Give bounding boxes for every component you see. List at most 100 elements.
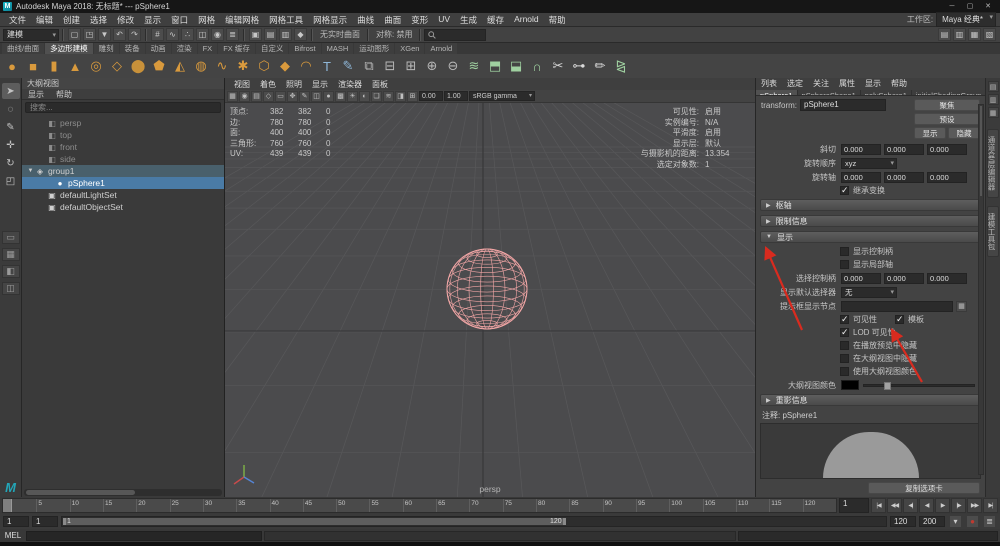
boolean-union-icon[interactable]: ⧉	[359, 56, 379, 76]
attribute-editor-menu-item[interactable]: 列表	[756, 78, 782, 90]
menu-item[interactable]: 窗口	[166, 14, 193, 26]
construction-history-icon[interactable]: ≣	[226, 28, 239, 41]
pivots-section-header[interactable]: 枢轴	[760, 199, 981, 211]
outliner-item[interactable]: ▣ defaultObjectSet	[22, 201, 224, 213]
motion-blur-icon[interactable]: ≋	[383, 91, 394, 102]
open-scene-icon[interactable]: ◳	[83, 28, 96, 41]
frame-tick[interactable]: 15	[103, 499, 136, 512]
combine-icon[interactable]: ⊕	[422, 56, 442, 76]
menu-item[interactable]: 网格	[193, 14, 220, 26]
rotate-axis-z-field[interactable]: 0.000	[927, 172, 967, 183]
outliner-menu-item[interactable]: 显示	[22, 89, 50, 99]
character-set-menu-icon[interactable]: ▾	[949, 515, 962, 528]
outliner-item[interactable]: ◧ persp	[22, 117, 224, 129]
quad-draw-icon[interactable]: ✏	[590, 56, 610, 76]
poly-soccer-ball-icon[interactable]: ⬡	[254, 56, 274, 76]
live-surface-indicator[interactable]: 无实时曲面	[316, 29, 364, 40]
frame-tick[interactable]: 95	[636, 499, 669, 512]
command-language-label[interactable]: MEL	[2, 531, 24, 540]
node-tab[interactable]: initialShadingGroup	[912, 90, 985, 95]
channel-box-tab-icon[interactable]: ▤	[988, 81, 999, 92]
copy-tab-button[interactable]: 复制选项卡	[868, 482, 980, 494]
poly-cylinder-icon[interactable]: ▮	[44, 56, 64, 76]
current-frame-marker[interactable]	[3, 499, 12, 512]
frame-tick[interactable]: 5	[36, 499, 69, 512]
type-tool-icon[interactable]: T	[317, 56, 337, 76]
frame-tick[interactable]: 75	[503, 499, 536, 512]
attribute-editor-tab-icon[interactable]: ▥	[988, 94, 999, 105]
svg-tool-icon[interactable]: ✎	[338, 56, 358, 76]
ambient-occlusion-icon[interactable]: ❏	[371, 91, 382, 102]
minimize-button[interactable]: ─	[943, 1, 961, 12]
attribute-editor-menu-item[interactable]: 属性	[834, 78, 860, 90]
frame-tick[interactable]: 50	[336, 499, 369, 512]
limit-information-section-header[interactable]: 限制信息	[760, 215, 981, 227]
frame-tick[interactable]: 25	[170, 499, 203, 512]
show-button[interactable]: 显示	[914, 127, 946, 139]
menu-set-selector[interactable]: 建模	[3, 29, 59, 41]
outliner-item[interactable]: ▣ defaultLightSet	[22, 189, 224, 201]
selection-handle-z-field[interactable]: 0.000	[927, 273, 967, 284]
shaded-mode-icon[interactable]: ●	[323, 91, 334, 102]
poly-pyramid-icon[interactable]: ◭	[170, 56, 190, 76]
make-live-icon[interactable]: ◉	[211, 28, 224, 41]
frame-tick[interactable]: 85	[569, 499, 602, 512]
go-to-range-end-button[interactable]: ▶|	[983, 498, 998, 513]
poly-plane-icon[interactable]: ◇	[107, 56, 127, 76]
menu-item[interactable]: 选择	[85, 14, 112, 26]
wireframe-mode-icon[interactable]: ◫	[311, 91, 322, 102]
frame-tick[interactable]: 105	[703, 499, 736, 512]
frame-tick[interactable]: 120	[803, 499, 836, 512]
menu-item[interactable]: 文件	[4, 14, 31, 26]
bevel-icon[interactable]: ⬓	[506, 56, 526, 76]
command-input[interactable]	[26, 531, 262, 541]
shear-z-field[interactable]: 0.000	[927, 144, 967, 155]
mirror-icon[interactable]: ⧎	[611, 56, 631, 76]
outliner-color-swatch[interactable]	[841, 380, 859, 390]
sidebar-vertical-tab[interactable]: 通道盒/层编辑器	[987, 129, 999, 198]
tooltip-node-field[interactable]	[841, 301, 953, 312]
sculpt-surface-icon[interactable]: ◠	[296, 56, 316, 76]
step-forward-key-button[interactable]: |▶	[951, 498, 966, 513]
snap-to-curve-icon[interactable]: ∿	[166, 28, 179, 41]
bridge-icon[interactable]: ∩	[527, 56, 547, 76]
node-tab[interactable]: pSphereShape1	[798, 90, 861, 95]
view-transform-selector[interactable]: sRGB gamma	[469, 91, 535, 101]
tool-settings-tab-icon[interactable]: ▦	[988, 107, 999, 118]
go-to-range-start-button[interactable]: |◀	[871, 498, 886, 513]
menu-item[interactable]: 帮助	[544, 14, 571, 26]
channel-box-toggle-icon[interactable]: ▦	[968, 28, 981, 41]
frame-tick[interactable]: 10	[70, 499, 103, 512]
select-tool[interactable]: ➤	[2, 83, 20, 99]
animation-start-field[interactable]: 1	[3, 516, 29, 527]
separate-icon[interactable]: ⊖	[443, 56, 463, 76]
poly-helix-icon[interactable]: ∿	[212, 56, 232, 76]
frame-tick[interactable]: 30	[203, 499, 236, 512]
menu-item[interactable]: UV	[433, 14, 455, 26]
frame-tick[interactable]: 55	[369, 499, 402, 512]
rotate-axis-y-field[interactable]: 0.000	[884, 172, 924, 183]
rotate-axis-x-field[interactable]: 0.000	[841, 172, 881, 183]
viewport-menu-item[interactable]: 面板	[367, 79, 393, 90]
menu-item[interactable]: 显示	[139, 14, 166, 26]
visibility-checkbox[interactable]	[840, 315, 849, 324]
hide-in-outliner-checkbox[interactable]	[840, 354, 849, 363]
boolean-difference-icon[interactable]: ⊟	[380, 56, 400, 76]
search-input[interactable]	[424, 29, 486, 41]
outliner-item[interactable]: ◧ top	[22, 129, 224, 141]
shelf-tab[interactable]: 多边形建模	[45, 43, 93, 54]
menu-item[interactable]: 缓存	[482, 14, 509, 26]
shelf-tab[interactable]: Bifrost	[289, 43, 320, 54]
frame-tick[interactable]: 80	[536, 499, 569, 512]
frame-tick[interactable]: 70	[469, 499, 502, 512]
animation-end-field[interactable]: 200	[919, 516, 945, 527]
camera-attributes-icon[interactable]: ▤	[251, 91, 262, 102]
lasso-select-tool[interactable]: ◌	[2, 101, 20, 117]
attribute-editor-menu-item[interactable]: 关注	[808, 78, 834, 90]
use-outliner-color-checkbox[interactable]	[840, 367, 849, 376]
modeling-toolkit-toggle-icon[interactable]: ▧	[983, 28, 996, 41]
attribute-editor-menu-item[interactable]: 选定	[782, 78, 808, 90]
viewport-panel[interactable]: 视图着色照明显示渲染器面板 ▦◉▤◇▭✥✎◫●▩☀◐❏≋◨⊞ 0.00 1.00…	[225, 78, 755, 497]
sidebar-vertical-tab[interactable]: 建模工具包	[987, 206, 999, 258]
outliner-color-slider[interactable]	[863, 384, 975, 387]
